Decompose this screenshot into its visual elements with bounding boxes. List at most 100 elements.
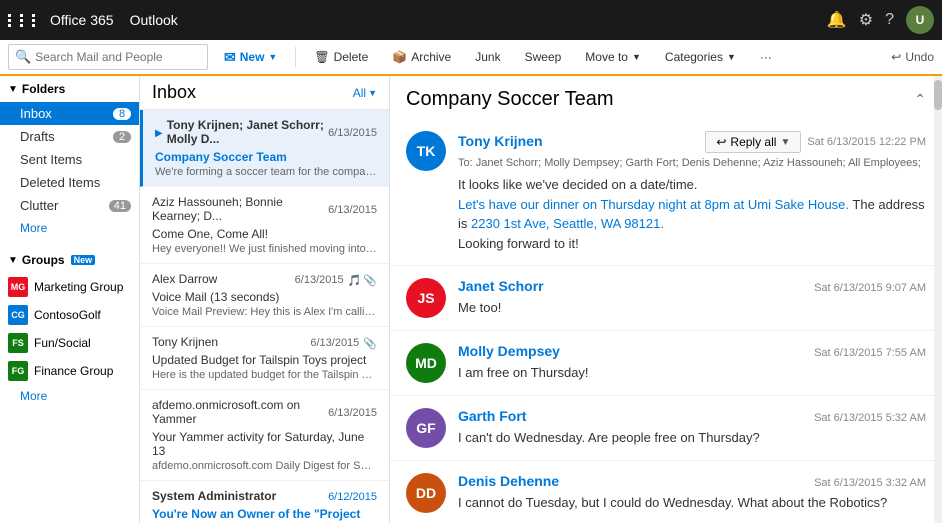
junk-button[interactable]: Junk: [467, 47, 508, 67]
reply-all-button[interactable]: ↩ Reply all ▼: [705, 131, 801, 153]
email-list: Inbox All ▼ ▶ Tony Krijnen; Janet Schorr…: [140, 76, 390, 523]
email-item-5[interactable]: afdemo.onmicrosoft.com on Yammer 6/13/20…: [140, 390, 389, 481]
help-icon[interactable]: ?: [885, 11, 894, 29]
sidebar-item-clutter[interactable]: Clutter 41: [0, 194, 139, 217]
message-body-5: I cannot do Tuesday, but I could do Wedn…: [458, 493, 926, 513]
app-label: Outlook: [130, 12, 827, 28]
email-date-3: 6/13/2015: [295, 274, 344, 286]
message-header-2: Janet Schorr Sat 6/13/2015 9:07 AM: [458, 278, 926, 294]
app-grid-icon[interactable]: [8, 14, 42, 27]
email-preview-1: We're forming a soccer team for the comp…: [155, 166, 377, 178]
folders-more[interactable]: More: [0, 217, 139, 239]
sender-avatar-5: DD: [406, 473, 446, 513]
collapse-icon[interactable]: ⌃: [914, 91, 926, 108]
top-bar-actions: 🔔 ⚙ ? U: [827, 6, 934, 34]
search-input[interactable]: [35, 50, 185, 64]
drafts-badge: 2: [113, 131, 131, 143]
delete-button[interactable]: 🗑 Delete: [306, 47, 376, 67]
message-content-2: Janet Schorr Sat 6/13/2015 9:07 AM Me to…: [458, 278, 926, 318]
sidebar-item-deleted[interactable]: Deleted Items: [0, 171, 139, 194]
email-date-1: 6/13/2015: [328, 127, 377, 139]
attachment-icon-4: 📎: [363, 337, 377, 350]
dinner-link[interactable]: Let's have our dinner on Thursday night …: [458, 197, 849, 212]
message-date-3: Sat 6/13/2015 7:55 AM: [814, 347, 926, 359]
address-link[interactable]: 2230 1st Ave, Seattle, WA 98121.: [471, 216, 664, 231]
message-header-5: Denis Dehenne Sat 6/13/2015 3:32 AM: [458, 473, 926, 489]
bell-icon[interactable]: 🔔: [827, 10, 847, 30]
reply-chevron: ▼: [780, 137, 790, 148]
archive-button[interactable]: 📦 Archive: [384, 47, 459, 67]
search-box[interactable]: 🔍: [8, 44, 208, 70]
message-date-5: Sat 6/13/2015 3:32 AM: [814, 477, 926, 489]
email-date-5: 6/13/2015: [328, 407, 377, 419]
moveto-button[interactable]: Move to ▼: [577, 47, 649, 67]
undo-button[interactable]: ↩ Undo: [891, 50, 934, 64]
folders-chevron: ▼: [8, 84, 18, 95]
groups-more[interactable]: More: [0, 385, 139, 407]
new-button[interactable]: ✉ New ▼: [216, 46, 285, 69]
moveto-chevron: ▼: [632, 52, 641, 62]
sidebar-item-marketing[interactable]: MG Marketing Group: [0, 273, 139, 301]
new-icon: ✉: [224, 49, 236, 66]
message-date-1: Sat 6/13/2015 12:22 PM: [807, 136, 926, 148]
message-item-5: DD Denis Dehenne Sat 6/13/2015 3:32 AM I…: [390, 461, 942, 523]
email-item-3[interactable]: Alex Darrow 6/13/2015 🎵 📎 Voice Mail (13…: [140, 264, 389, 327]
message-sender-2: Janet Schorr: [458, 278, 544, 294]
all-link[interactable]: All ▼: [353, 86, 377, 100]
scrollbar-track[interactable]: [934, 76, 942, 523]
contosogolf-avatar: CG: [8, 305, 28, 325]
message-item-4: GF Garth Fort Sat 6/13/2015 5:32 AM I ca…: [390, 396, 942, 461]
more-button[interactable]: ···: [752, 47, 780, 67]
message-body-3: I am free on Thursday!: [458, 363, 926, 383]
folders-header[interactable]: ▼ Folders: [0, 76, 139, 102]
message-sender-3: Molly Dempsey: [458, 343, 560, 359]
message-item-2: JS Janet Schorr Sat 6/13/2015 9:07 AM Me…: [390, 266, 942, 331]
groups-new-badge: New: [71, 255, 96, 265]
groups-chevron: ▼: [8, 255, 18, 266]
email-subject-4: Updated Budget for Tailspin Toys project: [152, 353, 377, 367]
email-subject-2: Come One, Come All!: [152, 227, 377, 241]
sidebar-item-inbox[interactable]: Inbox 8: [0, 102, 139, 125]
sidebar-item-finance[interactable]: FG Finance Group: [0, 357, 139, 385]
sidebar-item-sent[interactable]: Sent Items: [0, 148, 139, 171]
sender-avatar-4: GF: [406, 408, 446, 448]
detail-header: Company Soccer Team ⌃: [390, 76, 942, 119]
email-preview-2: Hey everyone!! We just finished moving i…: [152, 243, 377, 255]
message-item-3: MD Molly Dempsey Sat 6/13/2015 7:55 AM I…: [390, 331, 942, 396]
expand-arrow: ▶: [155, 128, 163, 139]
search-icon: 🔍: [15, 49, 31, 65]
sender-avatar-2: JS: [406, 278, 446, 318]
email-date-4: 6/13/2015: [310, 337, 359, 349]
message-sender-5: Denis Dehenne: [458, 473, 559, 489]
email-subject-1: Company Soccer Team: [155, 150, 377, 164]
inbox-badge: 8: [113, 108, 131, 120]
message-body-4: I can't do Wednesday. Are people free on…: [458, 428, 926, 448]
message-body-2: Me too!: [458, 298, 926, 318]
email-preview-5: afdemo.onmicrosoft.com Daily Digest for …: [152, 460, 377, 472]
email-subject-3: Voice Mail (13 seconds): [152, 290, 377, 304]
sidebar-item-drafts[interactable]: Drafts 2: [0, 125, 139, 148]
message-date-2: Sat 6/13/2015 9:07 AM: [814, 282, 926, 294]
toolbar: 🔍 ✉ New ▼ 🗑 Delete 📦 Archive Junk Sweep …: [0, 40, 942, 76]
email-preview-3: Voice Mail Preview: Hey this is Alex I'm…: [152, 306, 377, 318]
categories-button[interactable]: Categories ▼: [657, 47, 744, 67]
sidebar-item-contosogolf[interactable]: CG ContosoGolf: [0, 301, 139, 329]
marketing-avatar: MG: [8, 277, 28, 297]
gear-icon[interactable]: ⚙: [859, 10, 873, 30]
user-avatar[interactable]: U: [906, 6, 934, 34]
sweep-button[interactable]: Sweep: [517, 47, 570, 67]
archive-icon: 📦: [392, 50, 407, 64]
sidebar-item-fun[interactable]: FS Fun/Social: [0, 329, 139, 357]
message-header-1: Tony Krijnen ↩ Reply all ▼ Sat 6/13/2015…: [458, 131, 926, 153]
email-item-2[interactable]: Aziz Hassouneh; Bonnie Kearney; D... 6/1…: [140, 187, 389, 264]
finance-avatar: FG: [8, 361, 28, 381]
email-item-6[interactable]: System Administrator 6/12/2015 You're No…: [140, 481, 389, 523]
message-header-4: Garth Fort Sat 6/13/2015 5:32 AM: [458, 408, 926, 424]
message-content-1: Tony Krijnen ↩ Reply all ▼ Sat 6/13/2015…: [458, 131, 926, 253]
scrollbar-thumb[interactable]: [934, 80, 942, 110]
groups-header[interactable]: ▼ Groups New: [0, 247, 139, 273]
email-item-4[interactable]: Tony Krijnen 6/13/2015 📎 Updated Budget …: [140, 327, 389, 390]
clutter-badge: 41: [109, 200, 131, 212]
detail-title: Company Soccer Team: [406, 88, 614, 111]
email-item-1[interactable]: ▶ Tony Krijnen; Janet Schorr; Molly D...…: [140, 110, 389, 187]
